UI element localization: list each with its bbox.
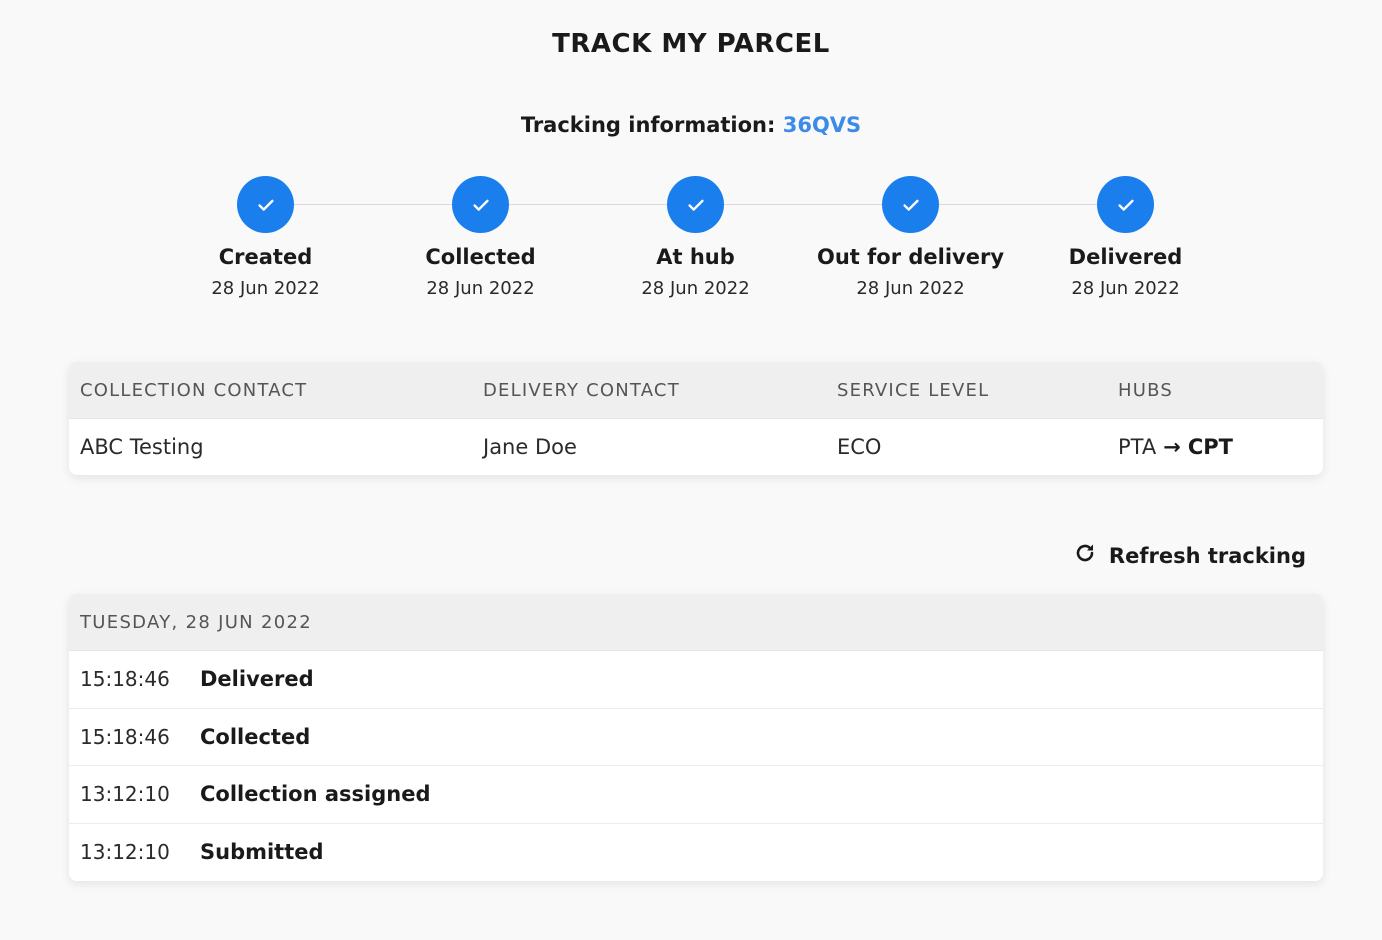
delivery-contact-value: Jane Doe xyxy=(483,435,577,459)
event-status: Collection assigned xyxy=(200,782,431,807)
check-icon xyxy=(1097,176,1154,233)
step-delivered: Delivered 28 Jun 2022 xyxy=(1018,176,1233,299)
header-collection-contact: COLLECTION CONTACT xyxy=(80,379,308,401)
step-date: 28 Jun 2022 xyxy=(641,278,750,299)
tracking-code: 36QVS xyxy=(782,113,862,137)
table-row: 13:12:10 Collection assigned xyxy=(69,766,1323,824)
step-date: 28 Jun 2022 xyxy=(1071,278,1180,299)
check-icon xyxy=(882,176,939,233)
step-date: 28 Jun 2022 xyxy=(426,278,535,299)
event-time: 15:18:46 xyxy=(80,724,170,749)
check-icon xyxy=(452,176,509,233)
event-time: 13:12:10 xyxy=(80,782,170,807)
hub-to: CPT xyxy=(1187,435,1233,459)
step-label: Created xyxy=(218,245,313,269)
tracking-page: TRACK MY PARCEL Tracking information: 36… xyxy=(0,0,1382,940)
step-out-for-delivery: Out for delivery 28 Jun 2022 xyxy=(803,176,1018,299)
page-title: TRACK MY PARCEL xyxy=(552,29,830,59)
hub-from: PTA xyxy=(1118,435,1157,459)
event-time: 15:18:46 xyxy=(80,667,170,692)
shipment-info-table: COLLECTION CONTACT DELIVERY CONTACT SERV… xyxy=(69,362,1323,475)
event-time: 13:12:10 xyxy=(80,840,170,865)
table-row: 15:18:46 Delivered xyxy=(69,651,1323,709)
step-label: Out for delivery xyxy=(816,245,1005,269)
header-service-level: SERVICE LEVEL xyxy=(837,379,990,401)
tracking-events-table: TUESDAY, 28 JUN 2022 15:18:46 Delivered … xyxy=(69,594,1323,881)
step-date: 28 Jun 2022 xyxy=(211,278,320,299)
table-row: 15:18:46 Collected xyxy=(69,709,1323,766)
header-hubs: HUBS xyxy=(1118,379,1173,401)
collection-contact-value: ABC Testing xyxy=(80,435,204,459)
hubs-value: PTA → CPT xyxy=(1118,419,1233,475)
check-icon xyxy=(667,176,724,233)
step-at-hub: At hub 28 Jun 2022 xyxy=(588,176,803,299)
refresh-tracking-label: Refresh tracking xyxy=(1108,543,1306,568)
step-label: Delivered xyxy=(1068,245,1183,269)
table-row: 13:12:10 Submitted xyxy=(69,824,1323,882)
step-created: Created 28 Jun 2022 xyxy=(158,176,373,299)
step-label: Collected xyxy=(425,245,536,269)
step-date: 28 Jun 2022 xyxy=(856,278,965,299)
tracking-information: Tracking information: 36QVS xyxy=(0,113,1382,137)
info-table-header: COLLECTION CONTACT DELIVERY CONTACT SERV… xyxy=(69,362,1323,419)
event-status: Submitted xyxy=(200,840,324,865)
arrow-right-icon: → xyxy=(1163,435,1181,459)
tracking-label: Tracking information: xyxy=(520,113,776,137)
refresh-icon xyxy=(1073,541,1097,570)
refresh-tracking-button[interactable]: Refresh tracking xyxy=(1073,541,1306,570)
progress-stepper: Created 28 Jun 2022 Collected 28 Jun 202… xyxy=(158,176,1233,316)
service-level-value: ECO xyxy=(837,435,882,459)
event-status: Collected xyxy=(200,724,311,749)
header-delivery-contact: DELIVERY CONTACT xyxy=(483,379,680,401)
event-status: Delivered xyxy=(200,667,314,692)
check-icon xyxy=(237,176,294,233)
events-date-header: TUESDAY, 28 JUN 2022 xyxy=(69,594,1323,651)
step-collected: Collected 28 Jun 2022 xyxy=(373,176,588,299)
info-table-row: ABC Testing Jane Doe ECO PTA → CPT xyxy=(69,419,1323,475)
step-label: At hub xyxy=(656,245,735,269)
